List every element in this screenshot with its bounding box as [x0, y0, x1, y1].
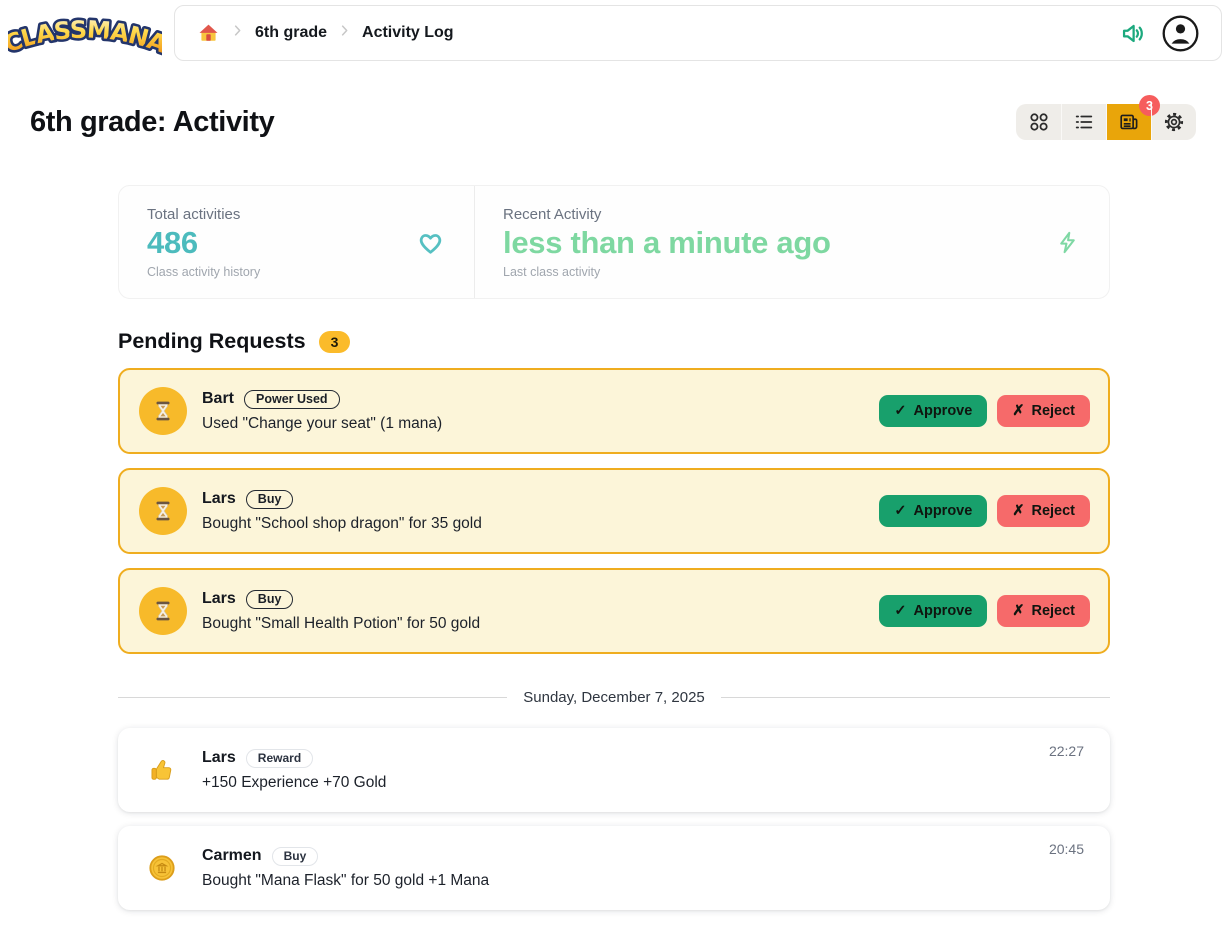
cross-icon: ✗	[1012, 503, 1024, 519]
coin-icon	[148, 854, 176, 882]
view-toggle-group: 3	[1016, 104, 1196, 140]
grid-view-icon[interactable]	[1016, 104, 1061, 140]
pending-requests-heading: Pending Requests	[118, 329, 306, 354]
cross-icon: ✗	[1012, 603, 1024, 619]
activity-log-view-icon[interactable]: 3	[1106, 104, 1151, 140]
activity-log-entry: Lars Reward +150 Experience +70 Gold 22:…	[118, 728, 1110, 812]
cross-icon: ✗	[1012, 403, 1024, 419]
activity-description: +150 Experience +70 Gold	[202, 774, 386, 792]
activity-log-entry: Carmen Buy Bought "Mana Flask" for 50 go…	[118, 826, 1110, 910]
activity-time: 22:27	[1049, 743, 1084, 759]
settings-gear-icon[interactable]	[1151, 104, 1196, 140]
breadcrumb: 6th grade Activity Log	[197, 22, 454, 45]
profile-avatar-icon[interactable]	[1162, 15, 1199, 52]
request-type-tag: Buy	[246, 490, 294, 509]
lightning-icon	[1054, 229, 1081, 256]
reject-button[interactable]: ✗ Reject	[997, 395, 1090, 427]
date-header: Sunday, December 7, 2025	[523, 689, 705, 706]
stat-sublabel: Class activity history	[147, 265, 260, 279]
approve-button[interactable]: ✓ Approve	[879, 395, 987, 427]
stat-recent-activity: Recent Activity less than a minute ago L…	[475, 186, 1109, 298]
stat-value: 486	[147, 225, 260, 261]
check-icon: ✓	[894, 503, 906, 519]
hourglass-icon	[139, 387, 187, 435]
activity-time: 20:45	[1049, 841, 1084, 857]
header-bar: 6th grade Activity Log	[174, 5, 1222, 61]
approve-button[interactable]: ✓ Approve	[879, 495, 987, 527]
student-name: Carmen	[202, 847, 262, 865]
breadcrumb-activity-log: Activity Log	[362, 24, 454, 42]
request-description: Bought "Small Health Potion" for 50 gold	[202, 615, 480, 633]
request-description: Bought "School shop dragon" for 35 gold	[202, 515, 482, 533]
stat-value: less than a minute ago	[503, 225, 831, 261]
approve-button[interactable]: ✓ Approve	[879, 595, 987, 627]
thumbs-up-icon	[148, 756, 176, 784]
activity-type-tag: Buy	[272, 847, 319, 866]
pending-request-card: Lars Buy Bought "School shop dragon" for…	[118, 468, 1110, 554]
activity-type-tag: Reward	[246, 749, 313, 768]
heart-icon	[415, 227, 446, 258]
pending-count-pill: 3	[319, 331, 351, 353]
divider-line	[118, 697, 507, 698]
sound-icon[interactable]	[1119, 20, 1146, 47]
stat-label: Recent Activity	[503, 206, 831, 223]
check-icon: ✓	[894, 403, 906, 419]
home-icon[interactable]	[197, 22, 220, 45]
chevron-right-icon	[230, 23, 245, 43]
activity-description: Bought "Mana Flask" for 50 gold +1 Mana	[202, 872, 489, 890]
divider-line	[721, 697, 1110, 698]
request-type-tag: Power Used	[244, 390, 340, 409]
reject-button[interactable]: ✗ Reject	[997, 595, 1090, 627]
request-type-tag: Buy	[246, 590, 294, 609]
top-bar: CLASSMANA 6th grade Activity Log	[0, 0, 1228, 64]
hourglass-icon	[139, 487, 187, 535]
chevron-right-icon	[337, 23, 352, 43]
svg-text:CLASSMANA: CLASSMANA	[8, 15, 162, 58]
pending-request-card: Bart Power Used Used "Change your seat" …	[118, 368, 1110, 454]
student-name: Lars	[202, 590, 236, 608]
stats-panel: Total activities 486 Class activity hist…	[118, 185, 1110, 299]
request-description: Used "Change your seat" (1 mana)	[202, 415, 442, 433]
student-name: Lars	[202, 749, 236, 767]
check-icon: ✓	[894, 603, 906, 619]
hourglass-icon	[139, 587, 187, 635]
reject-button[interactable]: ✗ Reject	[997, 495, 1090, 527]
date-divider: Sunday, December 7, 2025	[118, 689, 1110, 706]
page-title: 6th grade: Activity	[30, 106, 274, 139]
student-name: Lars	[202, 490, 236, 508]
student-name: Bart	[202, 390, 234, 408]
stat-total-activities: Total activities 486 Class activity hist…	[119, 186, 475, 298]
stat-sublabel: Last class activity	[503, 265, 831, 279]
breadcrumb-class[interactable]: 6th grade	[255, 24, 327, 42]
pending-request-card: Lars Buy Bought "Small Health Potion" fo…	[118, 568, 1110, 654]
stat-label: Total activities	[147, 206, 260, 223]
list-view-icon[interactable]	[1061, 104, 1106, 140]
classmana-logo[interactable]: CLASSMANA	[8, 5, 174, 70]
